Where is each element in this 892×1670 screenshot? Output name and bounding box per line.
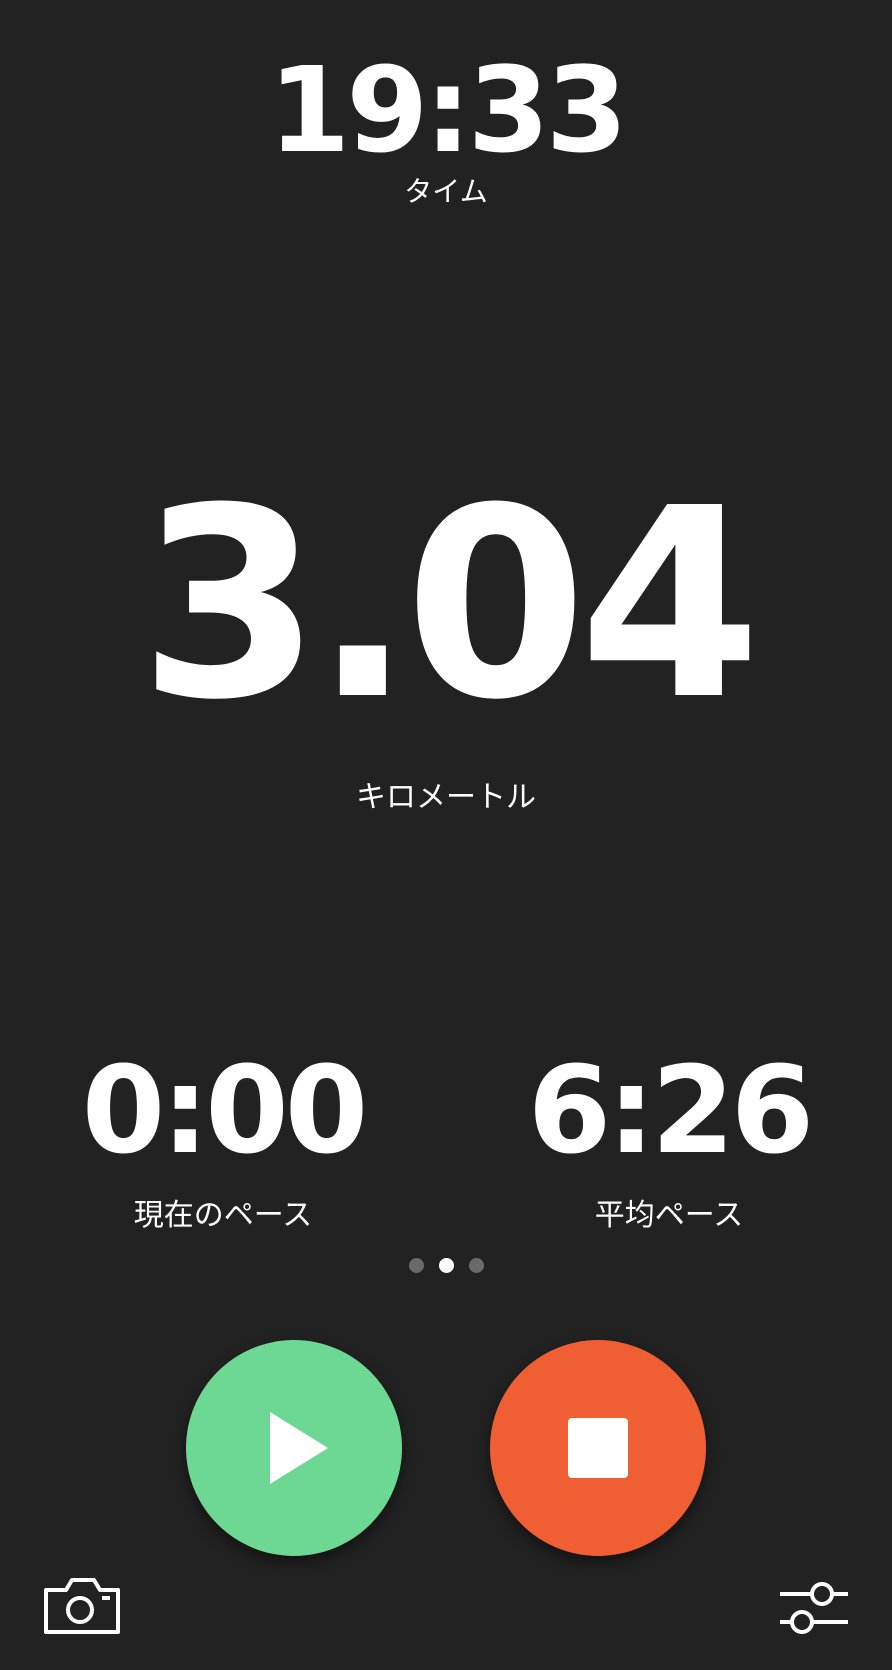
camera-button[interactable] xyxy=(42,1576,122,1636)
page-dot-active[interactable] xyxy=(438,1258,454,1273)
page-dot[interactable] xyxy=(468,1258,484,1273)
play-icon xyxy=(270,1412,328,1484)
current-pace-label: 現在のペース xyxy=(133,1198,313,1233)
elapsed-time-value: 19:33 xyxy=(268,41,628,179)
distance-unit-label: キロメートル xyxy=(356,780,536,815)
current-pace-stat: 0:00 現在のペース xyxy=(0,1050,446,1236)
stop-button[interactable] xyxy=(490,1340,706,1556)
elapsed-time-label: タイム xyxy=(404,175,488,208)
resume-button[interactable] xyxy=(186,1340,402,1556)
stop-icon xyxy=(568,1418,628,1478)
camera-icon xyxy=(44,1578,120,1634)
average-pace-label: 平均ペース xyxy=(594,1198,744,1233)
page-indicator[interactable] xyxy=(0,1258,892,1273)
sliders-icon xyxy=(780,1582,848,1634)
page-dot[interactable] xyxy=(408,1258,424,1273)
current-pace-value: 0:00 xyxy=(81,1042,368,1181)
average-pace-value: 6:26 xyxy=(527,1042,814,1181)
distance-value: 3.04 xyxy=(138,452,761,757)
settings-button[interactable] xyxy=(778,1580,850,1636)
average-pace-stat: 6:26 平均ペース xyxy=(446,1050,892,1236)
